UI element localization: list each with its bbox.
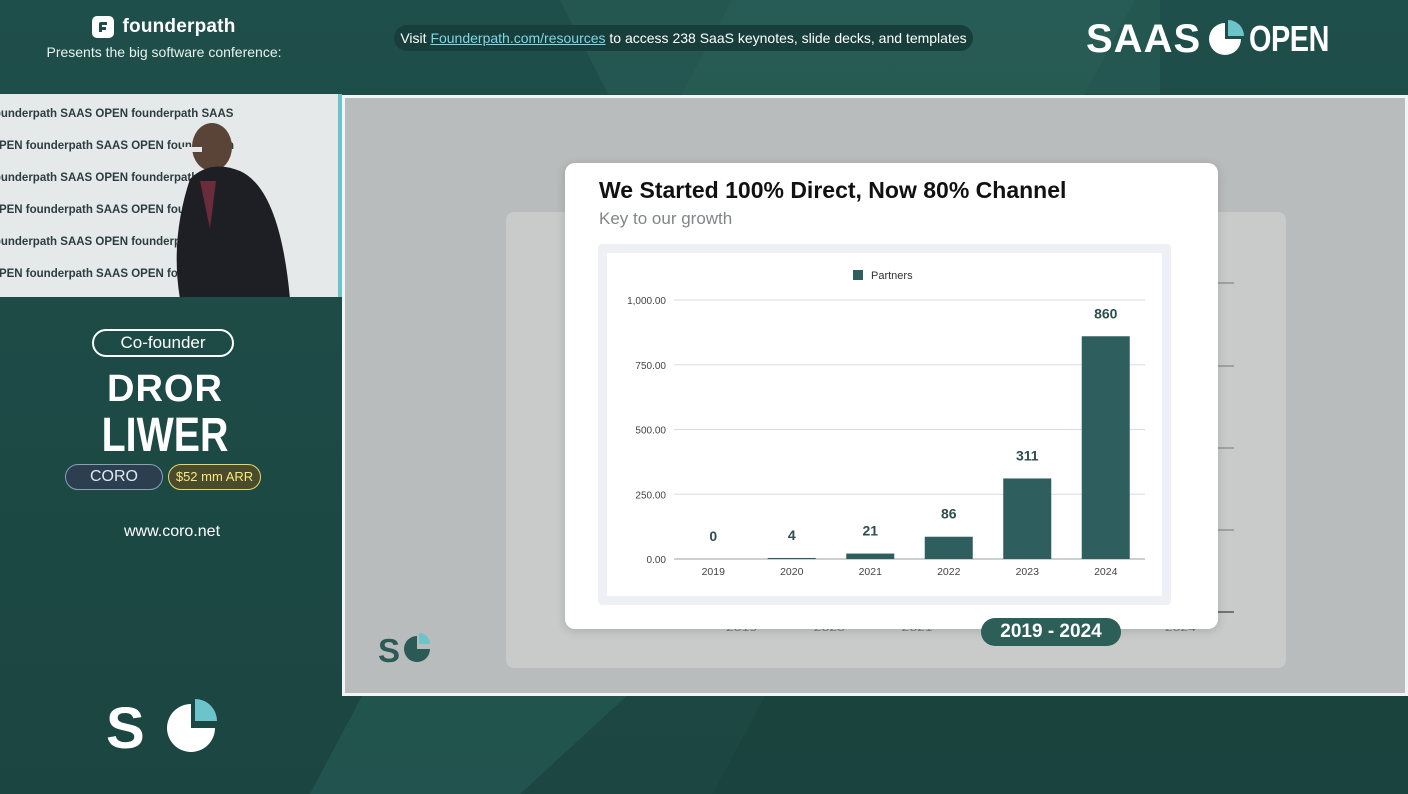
saas-logo-text: SAAS (1086, 17, 1202, 61)
founderpath-brand: founderpath Presents the big software co… (46, 16, 282, 60)
saas-open-logo: SAAS OPEN (1086, 18, 1349, 60)
x-tick-label: 2019 (702, 566, 726, 578)
resources-link[interactable]: Founderpath.com/resources (430, 30, 605, 46)
slide-title: We Started 100% Direct, Now 80% Channel (599, 177, 1067, 203)
banner-suffix: to access 238 SaaS keynotes, slide decks… (605, 30, 967, 46)
partners-bar-chart: 0.00 250.00 500.00 750.00 1,000.00 Partners 0 2… (607, 253, 1162, 596)
background-band-bottom (520, 696, 1408, 794)
so-logo-icon: S (106, 698, 217, 752)
y-tick-label: 1,000.00 (627, 296, 666, 307)
x-tick-label: 2023 (1016, 566, 1040, 578)
bar-2022 (924, 536, 973, 559)
open-logo-text: OPEN (1249, 18, 1330, 59)
founderpath-logo-icon (92, 16, 115, 38)
pie-logo-icon (1209, 20, 1245, 55)
svg-text:S: S (378, 632, 400, 664)
speaker-last-name: LIWER (101, 409, 229, 462)
legend-label: Partners (871, 270, 913, 282)
data-label-2024: 860 (1094, 305, 1118, 321)
speaker-website: www.coro.net (123, 523, 221, 540)
chart-card: We Started 100% Direct, Now 80% Channel … (565, 163, 1218, 629)
chart-container: 0.00 250.00 500.00 750.00 1,000.00 Partners 0 2… (598, 244, 1171, 605)
x-tick-label: 2024 (1094, 566, 1118, 578)
speaker-role-badge: Co-founder (92, 329, 234, 357)
speaker-video: founderpath SAAS OPEN founderpath SAAS O… (0, 94, 341, 297)
banner-prefix: Visit (400, 30, 431, 46)
data-label-2019: 0 (709, 528, 717, 544)
y-tick-label: 500.00 (635, 426, 666, 437)
slide-subtitle: Key to our growth (599, 209, 733, 228)
legend-swatch (853, 270, 863, 280)
year-range-pill: 2019 - 2024 (981, 618, 1121, 646)
speaker-figure (176, 123, 290, 297)
slide-so-logo-icon: S (378, 632, 430, 664)
y-tick-label: 250.00 (635, 490, 666, 501)
bar-2024 (1081, 336, 1130, 559)
data-label-2022: 86 (941, 506, 957, 522)
bar-2021 (846, 553, 895, 559)
x-tick-label: 2022 (937, 566, 961, 578)
bar-2020 (767, 557, 816, 559)
data-label-2021: 21 (862, 523, 878, 539)
data-label-2020: 4 (788, 527, 796, 543)
brand-subtitle: Presents the big software conference: (46, 44, 282, 60)
svg-text:S: S (106, 698, 145, 752)
x-tick-label: 2021 (859, 566, 883, 578)
x-tick-label: 2020 (780, 566, 804, 578)
company-badge: CORO (65, 464, 163, 490)
bar-2023 (1003, 478, 1052, 559)
arr-badge: $52 mm ARR (168, 464, 261, 490)
background-axis-ticks (1216, 282, 1234, 613)
data-label-2023: 311 (1016, 447, 1039, 463)
y-tick-label: 750.00 (635, 361, 666, 372)
brand-name: founderpath (122, 16, 236, 37)
resources-banner: Visit Founderpath.com/resources to acces… (394, 25, 973, 51)
chart-plot-panel (607, 253, 1162, 596)
y-tick-label: 0.00 (647, 555, 667, 566)
speaker-first-name: DROR (107, 368, 223, 410)
